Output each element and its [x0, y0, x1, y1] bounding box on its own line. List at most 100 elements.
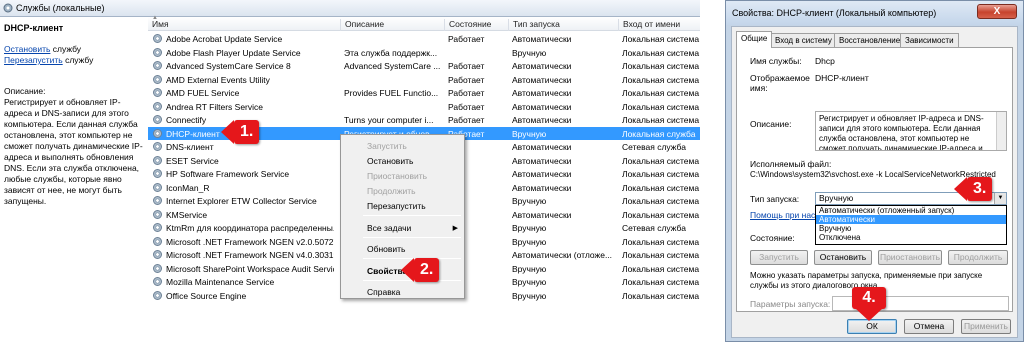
- close-button[interactable]: X: [977, 4, 1017, 19]
- service-state: Работает: [448, 101, 485, 112]
- service-startup-type: Вручную: [512, 277, 547, 287]
- service-name: Internet Explorer ETW Collector Service: [166, 196, 317, 206]
- service-gear-icon: [153, 209, 162, 219]
- startup-type-label: Тип запуска:: [750, 194, 800, 204]
- column-name[interactable]: ▲ Имя: [148, 15, 340, 31]
- stop-service-suffix: службу: [50, 44, 82, 54]
- menu-separator: [363, 215, 461, 216]
- startup-option[interactable]: Автоматически (отложенный запуск): [816, 206, 1006, 215]
- column-state[interactable]: Состояние: [444, 19, 508, 31]
- table-row[interactable]: Andrea RT Filters Service Работает Автомат…: [148, 100, 700, 114]
- service-name: HP Software Framework Service: [166, 169, 290, 179]
- service-name: Adobe Flash Player Update Service: [166, 47, 301, 58]
- step-2-badge: 2.: [400, 258, 440, 282]
- tab-recovery[interactable]: Восстановление: [834, 33, 906, 47]
- column-startup-type[interactable]: Тип запуска: [508, 19, 618, 31]
- params-label: Параметры запуска:: [750, 299, 831, 309]
- dialog-titlebar: Свойства: DHCP-клиент (Локальный компьют…: [726, 1, 1023, 25]
- dialog-description-box[interactable]: Регистрирует и обновляет IP-адреса и DNS…: [815, 111, 1007, 151]
- service-gear-icon: [153, 142, 162, 151]
- table-row[interactable]: AMD External Events Utility Работает Автом…: [148, 73, 700, 87]
- service-logon: Локальная система: [622, 196, 700, 206]
- service-gear-icon: [153, 61, 162, 70]
- table-row[interactable]: AMD FUEL Service Provides FUEL Functio...…: [148, 86, 700, 100]
- sort-chevron-icon: ▲: [152, 15, 158, 21]
- menu-item-restart[interactable]: Перезапустить: [367, 201, 426, 211]
- menu-item-all-tasks[interactable]: Все задачи: [367, 223, 411, 233]
- tab-general[interactable]: Общие: [736, 31, 773, 48]
- table-row[interactable]: Advanced SystemCare Service 8 Advanced Sy…: [148, 59, 700, 73]
- menu-item-refresh[interactable]: Обновить: [367, 244, 406, 254]
- table-row[interactable]: Adobe Flash Player Update Service Эта слу…: [148, 46, 700, 60]
- service-name: Advanced SystemCare Service 8: [166, 61, 291, 71]
- service-startup-type: Автоматически: [512, 101, 572, 112]
- table-row[interactable]: Adobe Acrobat Update Service Работает Авто…: [148, 32, 700, 46]
- service-gear-icon: [153, 115, 162, 124]
- restart-service-link[interactable]: Перезапустить: [4, 55, 63, 65]
- service-logon: Локальная система: [622, 277, 700, 287]
- pause-button[interactable]: Приостановить: [878, 250, 942, 265]
- menu-item-stop[interactable]: Остановить: [367, 156, 413, 166]
- menu-item-help[interactable]: Справка: [367, 287, 400, 297]
- stop-button[interactable]: Остановить: [814, 250, 872, 265]
- service-description: Advanced SystemCare ...: [344, 61, 441, 71]
- service-startup-type: Автоматически: [512, 88, 572, 98]
- service-name: Office Source Engine: [166, 290, 247, 301]
- service-name: AMD External Events Utility: [166, 74, 270, 85]
- service-logon: Локальная система: [622, 290, 700, 301]
- service-state: Работает: [448, 74, 485, 85]
- menu-separator: [363, 237, 461, 238]
- resume-button[interactable]: Продолжить: [948, 250, 1008, 265]
- stop-service-link[interactable]: Остановить: [4, 44, 50, 54]
- chevron-down-icon[interactable]: ▼: [994, 193, 1006, 204]
- service-startup-type: Автоматически: [512, 169, 572, 179]
- description-label: Описание:: [4, 86, 46, 96]
- apply-button[interactable]: Применить: [961, 319, 1011, 334]
- ok-button[interactable]: ОК: [847, 319, 897, 334]
- stop-service-action: Остановить службу: [4, 44, 81, 54]
- step-4-badge: 4.: [852, 287, 886, 321]
- service-name: Microsoft .NET Framework NGEN v2.0.50727…: [166, 236, 334, 247]
- service-startup-type: Автоматически: [512, 142, 572, 152]
- service-gear-icon: [153, 34, 162, 43]
- start-button[interactable]: Запустить: [750, 250, 808, 265]
- selected-service-title: DHCP-клиент: [4, 23, 64, 33]
- service-logon: Локальная служба: [622, 128, 696, 139]
- gear-icon: [3, 3, 13, 13]
- service-logon: Сетевая служба: [622, 223, 686, 233]
- tab-logon[interactable]: Вход в систему: [770, 33, 837, 47]
- service-startup-type: Вручную: [512, 196, 547, 206]
- startup-option[interactable]: Отключена: [816, 233, 1006, 242]
- column-logon[interactable]: Вход от имени: [618, 19, 700, 31]
- service-gear-icon: [153, 128, 162, 138]
- service-logon: Локальная система: [622, 47, 700, 58]
- service-logon: Локальная система: [622, 250, 700, 260]
- service-startup-type: Вручную: [512, 47, 547, 58]
- description-scrollbar[interactable]: [996, 112, 1006, 150]
- service-gear-icon: [153, 290, 162, 300]
- startup-option[interactable]: Автоматически: [816, 215, 1006, 224]
- cancel-button[interactable]: Отмена: [904, 319, 954, 334]
- exe-label: Исполняемый файл:: [750, 159, 832, 169]
- services-window: Службы (локальные) DHCP-клиент Остановит…: [0, 0, 700, 350]
- service-logon: Локальная система: [622, 263, 700, 274]
- startup-option[interactable]: Вручную: [816, 224, 1006, 233]
- startup-help-link[interactable]: Помощь при наст: [750, 210, 819, 220]
- service-name: ESET Service: [166, 155, 219, 166]
- service-gear-icon: [153, 250, 162, 259]
- menu-item-pause[interactable]: Приостановить: [367, 171, 427, 181]
- menu-item-start[interactable]: Запустить: [367, 141, 407, 151]
- service-name: KtmRm для координатора распределенны...: [166, 223, 334, 233]
- service-description: Эта служба поддержк...: [344, 47, 438, 58]
- tab-dependencies[interactable]: Зависимости: [900, 33, 959, 47]
- services-header: Службы (локальные): [0, 0, 700, 17]
- service-name: IconMan_R: [166, 182, 210, 193]
- service-gear-icon: [153, 169, 162, 178]
- display-name-value: DHCP-клиент: [815, 73, 869, 83]
- column-description[interactable]: Описание: [340, 19, 444, 31]
- menu-item-resume[interactable]: Продолжить: [367, 186, 416, 196]
- service-logon: Локальная система: [622, 115, 700, 125]
- service-gear-icon: [153, 47, 162, 57]
- service-logon: Локальная система: [622, 88, 700, 98]
- service-state: Работает: [448, 88, 485, 98]
